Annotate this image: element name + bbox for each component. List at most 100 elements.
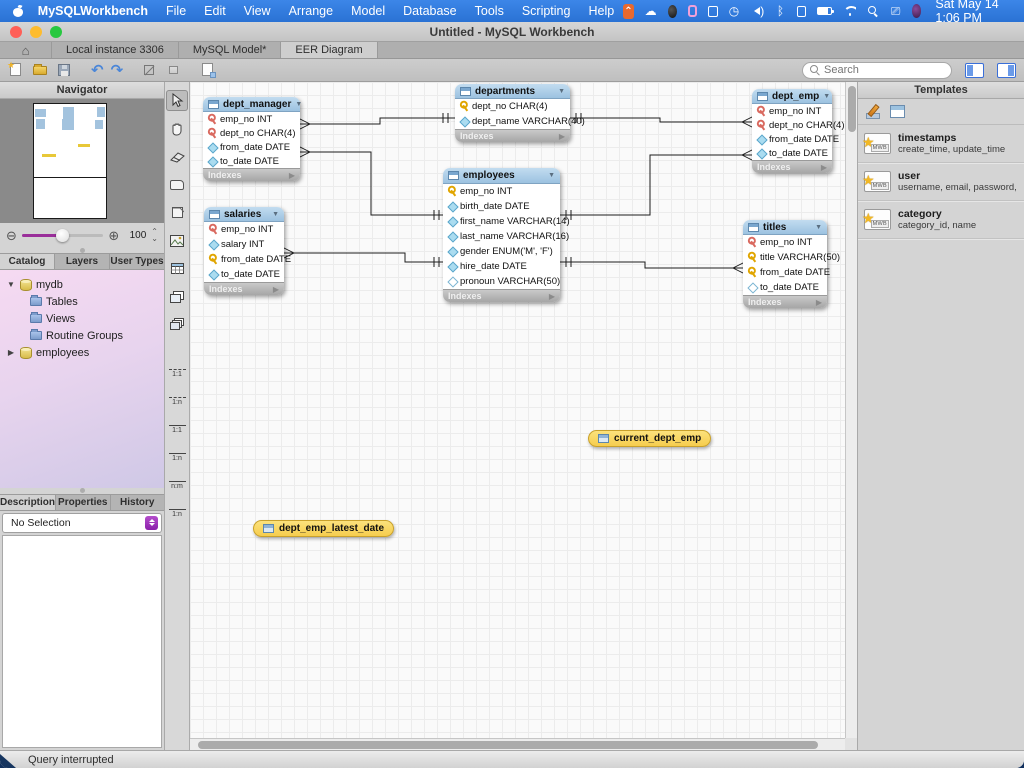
hand-tool[interactable] [166,118,188,139]
wifi-icon[interactable] [843,4,856,19]
spotlight-icon[interactable] [867,4,879,19]
table-header[interactable]: titles ▼ [743,220,827,235]
selection-dropdown[interactable]: No Selection [2,512,162,533]
expand-arrow-icon[interactable]: ▶ [821,163,827,172]
view-current_dept_emp[interactable]: current_dept_emp [588,430,712,447]
selection-stepper-icon[interactable] [145,515,158,530]
table-header[interactable]: dept_manager ▼ [203,97,302,112]
toggle-layer-icon[interactable] [141,62,158,78]
search-input[interactable] [824,64,934,76]
template-item-category[interactable]: ★ MWB category category_id, name [858,201,1024,239]
expand-arrow-icon[interactable]: ▶ [289,171,295,180]
menu-edit[interactable]: Edit [195,4,235,18]
zoom-slider-knob[interactable] [56,228,70,242]
menu-file[interactable]: File [157,4,195,18]
rel-1-n-identifying-tool[interactable]: 1:n [166,447,188,468]
expand-arrow-icon[interactable]: ▶ [816,298,822,307]
collapse-triangle-icon[interactable]: ▼ [295,101,302,108]
menu-scripting[interactable]: Scripting [513,4,580,18]
rel-existing-columns-tool[interactable]: 1:n [166,503,188,524]
search-field[interactable] [802,61,952,79]
rel-1-n-non-identifying-tool[interactable]: 1:n [166,391,188,412]
zoom-out-icon[interactable]: ⊖ [6,229,17,242]
volume-icon[interactable]: ) [750,4,764,19]
undo-icon[interactable]: ↶ [91,63,104,78]
table-tool[interactable] [166,258,188,279]
collapse-triangle-icon[interactable]: ▼ [558,88,565,95]
tab-home[interactable]: ⌂ [0,42,52,58]
layer-tool[interactable] [166,174,188,195]
table-header[interactable]: salaries ▼ [204,207,284,222]
mirror-status-icon[interactable] [796,5,807,17]
toggle-grid-icon[interactable] [165,62,182,78]
note-tool[interactable] [166,202,188,223]
vertical-scrollbar-thumb[interactable] [847,86,856,132]
toggle-right-panel-button[interactable] [997,62,1016,78]
tab-history[interactable]: History [111,495,165,510]
zoom-slider[interactable] [21,228,104,242]
tab-mysql-model[interactable]: MySQL Model* [179,42,282,58]
menu-help[interactable]: Help [579,4,623,18]
collapse-triangle-icon[interactable]: ▼ [815,224,822,231]
save-icon[interactable] [56,62,73,78]
navigator-thumbnail[interactable] [0,99,164,223]
tab-local-instance[interactable]: Local instance 3306 [52,42,179,58]
bluetooth-icon[interactable]: ᛒ [775,4,785,19]
tab-user-types[interactable]: User Types [110,254,164,269]
indexes-footer[interactable]: Indexes ▶ [455,129,570,142]
menu-model[interactable]: Model [342,4,394,18]
table-header[interactable]: departments ▼ [455,84,570,99]
tree-item-views[interactable]: Views [0,310,164,327]
new-note-icon[interactable] [200,62,217,78]
tab-layers[interactable]: Layers [55,254,110,269]
edit-template-icon[interactable] [866,105,882,119]
redo-icon[interactable]: ↷ [111,63,124,78]
rel-1-1-non-identifying-tool[interactable]: 1:1 [166,363,188,384]
routine-group-tool[interactable] [166,314,188,335]
table-header[interactable]: employees ▼ [443,168,560,184]
display-status-icon[interactable]: ⌃ [623,3,634,19]
user-switch-icon[interactable]: ⎚ [890,4,901,19]
template-item-user[interactable]: ★MWB user username, email, password, cre… [858,163,1024,201]
table-header[interactable]: dept_emp ▼ [752,89,832,104]
template-item-timestamps[interactable]: ★ MWB timestamps create_time, update_time [858,125,1024,163]
indexes-footer[interactable]: Indexes ▶ [204,282,284,295]
table-departments[interactable]: departments ▼ dept_no CHAR(4) dept_name V… [455,84,585,142]
tree-item-mydb[interactable]: ▼ mydb [0,276,164,293]
battery-icon[interactable] [817,4,835,19]
rel-n-m-identifying-tool[interactable]: n:m [166,475,188,496]
table-salaries[interactable]: salaries ▼ emp_no INT salary INT from_dat… [204,207,291,295]
clock-status-icon[interactable]: ◷ [729,4,739,19]
tab-description[interactable]: Description [0,494,57,510]
tab-properties[interactable]: Properties [56,494,111,510]
expand-caret-icon[interactable]: ▶ [6,348,16,357]
tree-item-employees[interactable]: ▶ employees [0,344,164,361]
menu-view[interactable]: View [235,4,280,18]
indexes-footer[interactable]: Indexes ▶ [752,160,832,173]
expand-arrow-icon[interactable]: ▶ [559,132,565,141]
horizontal-scrollbar-thumb[interactable] [198,740,818,749]
window-status-icon[interactable] [708,5,718,17]
browser-status-icon[interactable] [667,4,677,18]
apple-menu-icon[interactable] [12,5,23,18]
new-template-icon[interactable] [890,105,905,118]
tree-item-routine-groups[interactable]: Routine Groups [0,327,164,344]
menu-database[interactable]: Database [394,4,466,18]
menu-arrange[interactable]: Arrange [280,4,342,18]
collapse-triangle-icon[interactable]: ▼ [823,93,830,100]
indexes-footer[interactable]: Indexes ▶ [743,295,827,308]
collapse-caret-icon[interactable]: ▼ [6,280,16,289]
table-employees[interactable]: employees ▼ emp_no INT birth_date DATE fi… [443,168,570,302]
new-document-icon[interactable]: ★ [7,60,25,78]
vertical-scrollbar[interactable] [845,82,857,738]
toggle-left-panel-button[interactable] [965,62,984,78]
table-dept_manager[interactable]: dept_manager ▼ emp_no INT dept_no CHAR(4)… [203,97,302,181]
view-tool[interactable] [166,286,188,307]
eraser-tool[interactable] [166,146,188,167]
cloud-status-icon[interactable]: ☁ [645,4,657,19]
indexes-footer[interactable]: Indexes ▶ [443,289,560,302]
indexes-footer[interactable]: Indexes ▶ [203,168,300,181]
table-titles[interactable]: titles ▼ emp_no INT title VARCHAR(50) fro… [743,220,840,308]
expand-arrow-icon[interactable]: ▶ [273,285,279,294]
zoom-stepper[interactable]: ⌃ ⌄ [151,228,158,243]
